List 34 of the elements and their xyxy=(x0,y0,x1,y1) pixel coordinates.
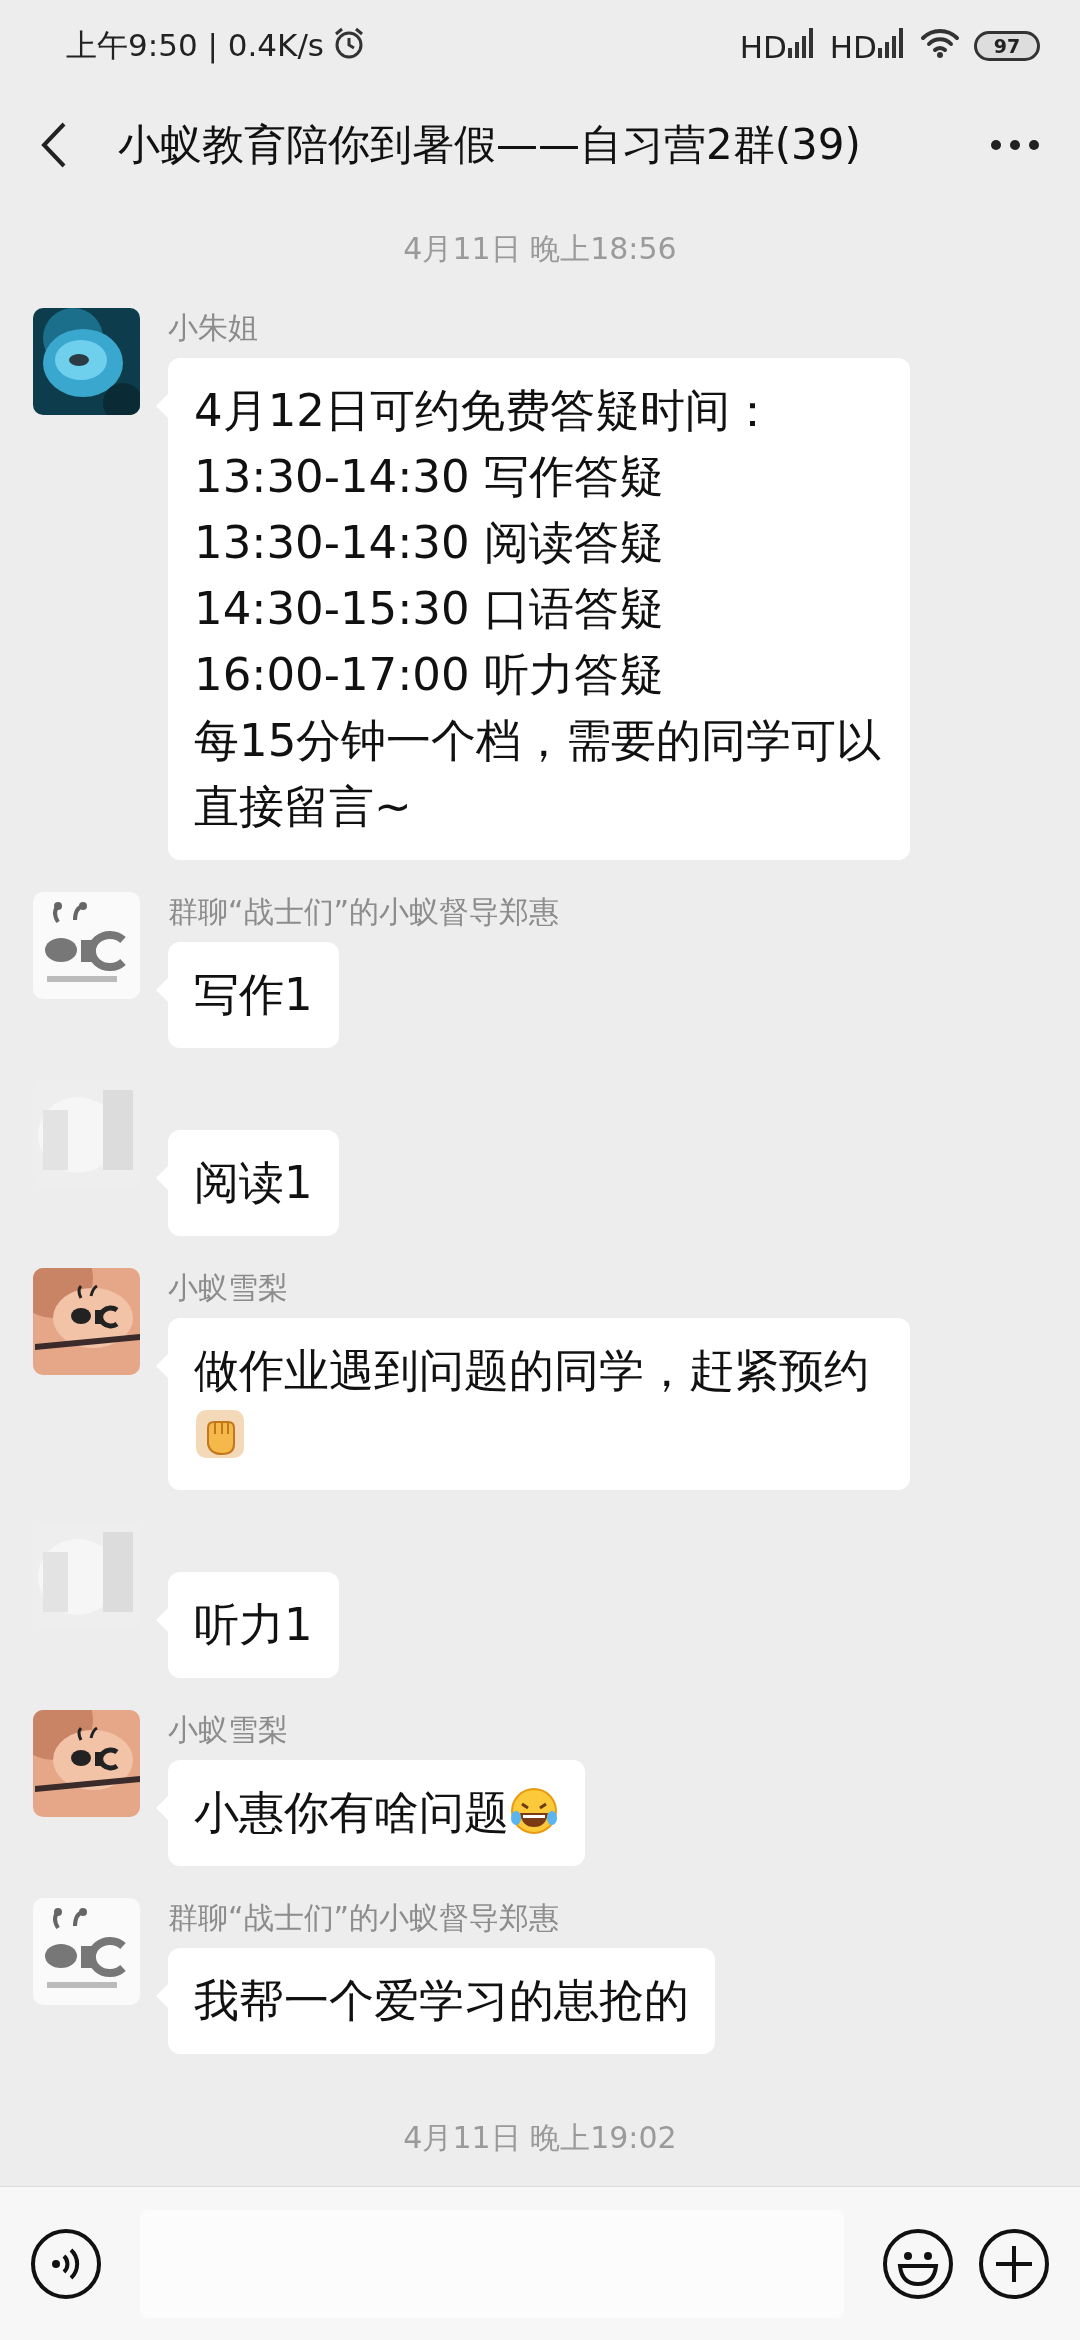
status-text: 上午9:50 | 0.4K/s xyxy=(66,26,324,66)
wifi-icon xyxy=(920,27,960,58)
alarm-icon xyxy=(332,25,366,60)
voice-button[interactable] xyxy=(30,2227,102,2300)
emoji-button[interactable] xyxy=(882,2227,954,2300)
add-button[interactable] xyxy=(978,2227,1050,2300)
message-text: 小惠你有啥问题 xyxy=(194,1786,509,1839)
timestamp: 4月11日 晚上18:56 xyxy=(403,230,677,268)
signal-icon xyxy=(787,27,816,58)
message-text: 阅读1 xyxy=(194,1156,313,1209)
message-text: 4月12日可约免费答疑时间： xyxy=(194,383,776,439)
message-text: 13:30-14:30 阅读答疑 xyxy=(194,515,665,571)
sender-name: 小蚁雪梨 xyxy=(168,1269,288,1307)
message-text: 我帮一个爱学习的崽抢的 xyxy=(194,1974,689,2027)
battery-icon: 97 xyxy=(974,31,1040,61)
sender-name: 群聊“战士们”的小蚁督导郑惠 xyxy=(168,893,560,931)
message-text: 13:30-14:30 写作答疑 xyxy=(194,449,665,505)
laughing-emoji-icon xyxy=(509,1786,559,1836)
network-type-label: HD xyxy=(739,28,787,65)
message-text: 听力1 xyxy=(194,1598,313,1651)
message-text: 16:00-17:00 听力答疑 xyxy=(194,647,665,703)
fist-emoji-icon xyxy=(194,1408,246,1460)
chat-title: 小蚁教育陪你到暑假——自习营2群(39) xyxy=(118,118,862,171)
signal-icon xyxy=(878,27,906,58)
sender-name: 小蚁雪梨 xyxy=(168,1711,288,1749)
network-type-label: HD xyxy=(829,28,877,65)
message-text: 每15分钟一个档，需要的同学可以直接留言~ xyxy=(194,713,883,835)
timestamp: 4月11日 晚上19:02 xyxy=(403,2119,677,2157)
message-text: 做作业遇到问题的同学，赶紧预约 xyxy=(194,1344,869,1397)
sender-name: 小朱姐 xyxy=(168,309,258,347)
message-text: 写作1 xyxy=(194,968,313,1021)
more-button[interactable] xyxy=(990,137,1040,152)
sender-name: 群聊“战士们”的小蚁督导郑惠 xyxy=(168,1899,560,1937)
message-text: 14:30-15:30 口语答疑 xyxy=(194,581,665,637)
